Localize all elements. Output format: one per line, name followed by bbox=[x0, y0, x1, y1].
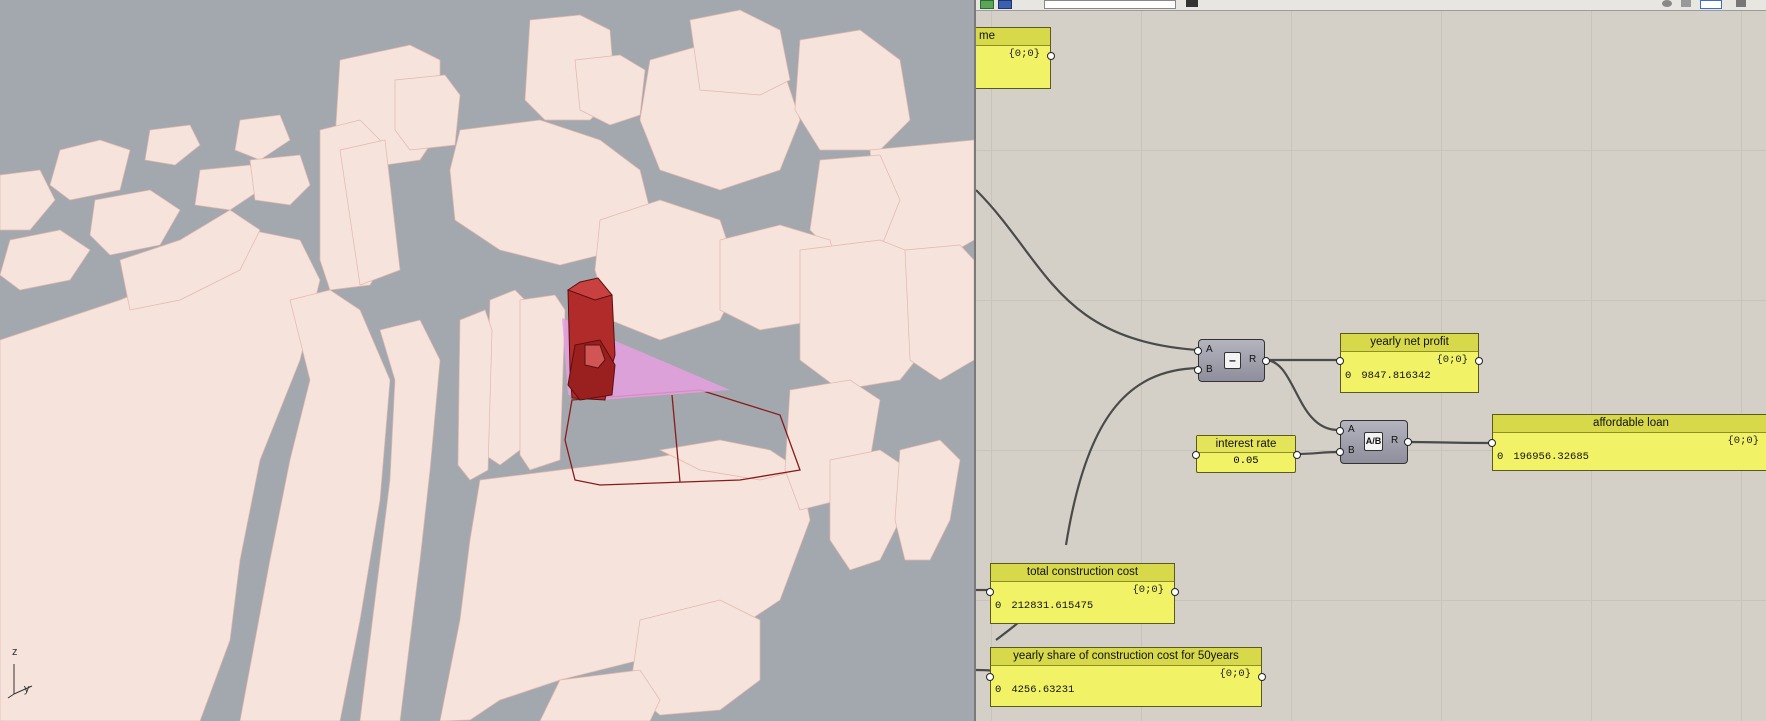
wire-subtract-to-divide-a bbox=[1264, 358, 1339, 432]
subtract-a-grip[interactable] bbox=[1194, 347, 1202, 355]
divide-a-grip[interactable] bbox=[1336, 427, 1344, 435]
total-construction-cost-panel[interactable]: total construction cost {0;0} 0 212831.6… bbox=[990, 563, 1175, 624]
divide-icon: A/B bbox=[1364, 432, 1383, 451]
yearly-share-value: 4256.63231 bbox=[1011, 684, 1075, 696]
total-construction-cost-row: 0 212831.615475 bbox=[991, 598, 1174, 614]
interest-rate-title: interest rate bbox=[1197, 436, 1295, 453]
divide-output-r: R bbox=[1391, 435, 1399, 446]
total-construction-cost-index: 0 bbox=[995, 600, 1002, 612]
interest-rate-output-grip[interactable] bbox=[1293, 451, 1301, 459]
yearly-net-profit-value: 9847.816342 bbox=[1361, 370, 1431, 382]
yearly-share-row: 0 4256.63231 bbox=[991, 682, 1261, 698]
wire-top-to-subtract-a bbox=[976, 189, 1199, 352]
total-construction-cost-input-grip[interactable] bbox=[986, 588, 994, 596]
divide-input-a: A bbox=[1348, 424, 1355, 435]
affordable-loan-input-grip[interactable] bbox=[1488, 439, 1496, 447]
yearly-net-profit-panel[interactable]: yearly net profit {0;0} 0 9847.816342 bbox=[1340, 333, 1479, 393]
wire-total-cost-to-subtract-b bbox=[1064, 366, 1199, 546]
affordable-loan-panel[interactable]: affordable loan {0;0} 0 196956.32685 bbox=[1492, 414, 1766, 471]
minus-icon: – bbox=[1224, 352, 1241, 369]
selected-building bbox=[566, 277, 616, 401]
top-panel-path: {0;0} bbox=[1008, 48, 1040, 60]
affordable-loan-row: 0 196956.32685 bbox=[1493, 449, 1766, 465]
yearly-net-profit-path: {0;0} bbox=[1436, 354, 1468, 366]
interest-rate-input-grip[interactable] bbox=[1192, 451, 1200, 459]
cube-toolbar-icon[interactable] bbox=[1681, 0, 1691, 7]
yearly-share-panel[interactable]: yearly share of construction cost for 50… bbox=[990, 647, 1262, 707]
yearly-net-profit-title: yearly net profit bbox=[1341, 334, 1478, 352]
yearly-net-profit-index: 0 bbox=[1345, 370, 1352, 382]
total-construction-cost-output-grip[interactable] bbox=[1171, 588, 1179, 596]
preview-toolbar-icon[interactable] bbox=[1700, 0, 1722, 9]
affordable-loan-title: affordable loan bbox=[1493, 415, 1766, 433]
interest-rate-value: 0.05 bbox=[1233, 455, 1259, 467]
subtract-r-grip[interactable] bbox=[1262, 357, 1270, 365]
divide-input-b: B bbox=[1348, 445, 1355, 456]
divide-b-grip[interactable] bbox=[1336, 448, 1344, 456]
sphere-toolbar-icon[interactable] bbox=[1662, 0, 1672, 7]
division-component[interactable]: A B A/B R bbox=[1340, 420, 1408, 464]
yearly-net-profit-row: 0 9847.816342 bbox=[1341, 368, 1478, 384]
canvas-search-box[interactable] bbox=[1044, 0, 1176, 9]
subtract-b-grip[interactable] bbox=[1194, 366, 1202, 374]
yearly-share-path: {0;0} bbox=[1219, 668, 1251, 680]
interest-rate-param[interactable]: interest rate 0.05 bbox=[1196, 435, 1296, 473]
city-model-view bbox=[0, 0, 974, 721]
total-construction-cost-value: 212831.615475 bbox=[1011, 600, 1094, 612]
subtract-input-a: A bbox=[1206, 344, 1213, 355]
total-construction-cost-path: {0;0} bbox=[1132, 584, 1164, 596]
blue-toolbar-icon[interactable] bbox=[998, 0, 1012, 9]
canvas-toolbar bbox=[976, 0, 1766, 11]
affordable-loan-value: 196956.32685 bbox=[1513, 451, 1589, 463]
green-toolbar-icon[interactable] bbox=[980, 0, 994, 9]
subtraction-component[interactable]: A B – R bbox=[1198, 339, 1265, 382]
affordable-loan-index: 0 bbox=[1497, 451, 1504, 463]
wire-rate-to-divide-b bbox=[1295, 450, 1339, 456]
yearly-share-title: yearly share of construction cost for 50… bbox=[991, 648, 1261, 666]
top-panel-title: me bbox=[976, 28, 1050, 46]
subtract-output-r: R bbox=[1249, 354, 1257, 365]
rhino-viewport[interactable]: z y bbox=[0, 0, 974, 721]
top-panel[interactable]: me {0;0} bbox=[976, 27, 1051, 89]
yearly-share-input-grip[interactable] bbox=[986, 673, 994, 681]
yearly-net-profit-input-grip[interactable] bbox=[1336, 357, 1344, 365]
grasshopper-canvas[interactable]: me {0;0} A B – R yearly net profit {0;0}… bbox=[976, 0, 1766, 721]
misc-toolbar-icon[interactable] bbox=[1736, 0, 1746, 7]
yearly-share-index: 0 bbox=[995, 684, 1002, 696]
affordable-loan-path: {0;0} bbox=[1727, 435, 1759, 447]
yearly-net-profit-output-grip[interactable] bbox=[1475, 357, 1483, 365]
divide-r-grip[interactable] bbox=[1404, 438, 1412, 446]
axis-z-label: z bbox=[12, 646, 18, 658]
subtract-input-b: B bbox=[1206, 364, 1213, 375]
top-panel-output-grip[interactable] bbox=[1047, 52, 1055, 60]
yearly-share-output-grip[interactable] bbox=[1258, 673, 1266, 681]
axis-gizmo-icon bbox=[7, 664, 33, 699]
wire-divide-to-loan bbox=[1407, 440, 1493, 445]
total-construction-cost-title: total construction cost bbox=[991, 564, 1174, 582]
dark-toolbar-icon[interactable] bbox=[1186, 0, 1198, 7]
